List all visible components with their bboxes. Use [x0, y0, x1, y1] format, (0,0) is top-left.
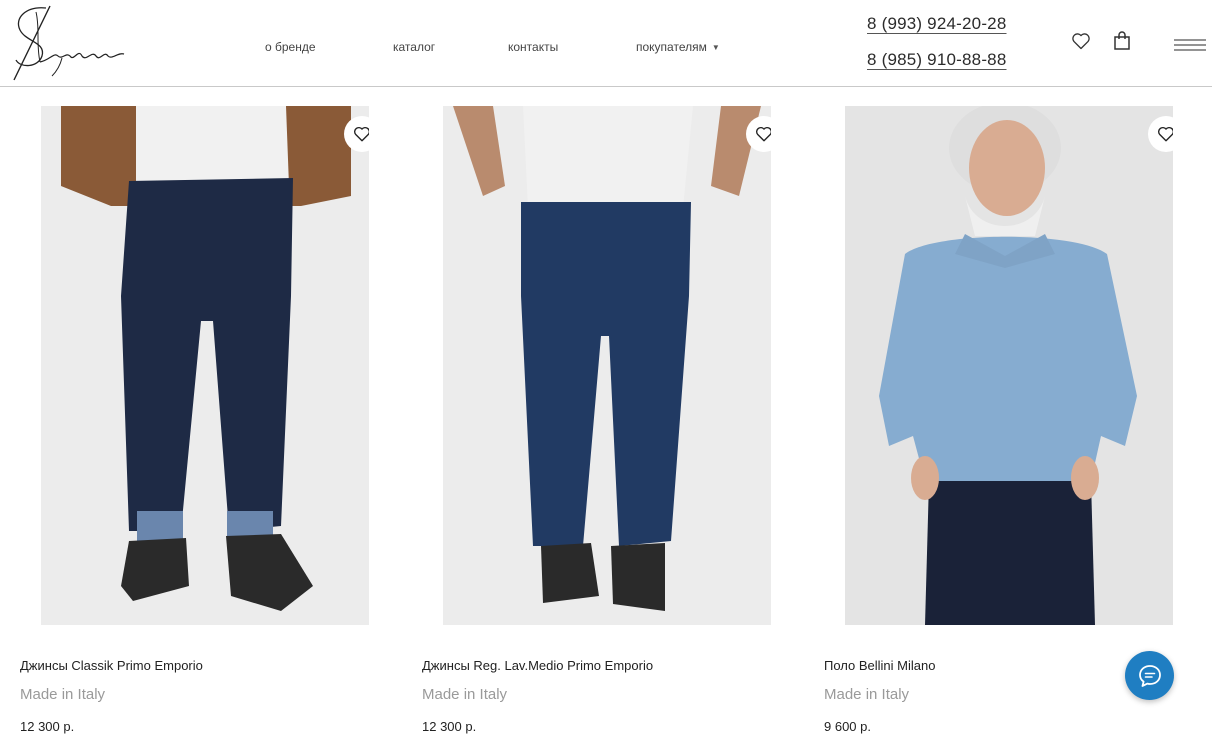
product-origin: Made in Italy [20, 686, 106, 703]
product-image[interactable] [443, 106, 771, 625]
nav-catalog[interactable]: каталог [393, 40, 435, 54]
product-origin: Made in Italy [824, 686, 910, 703]
nav-label: каталог [393, 40, 436, 54]
product-image[interactable] [845, 106, 1173, 625]
product-origin: Made in Italy [422, 686, 508, 703]
phone-link-1[interactable]: 8 (993) 924-20-28 [867, 14, 1007, 34]
product-name[interactable]: Джинсы Classik Primo Emporio [20, 658, 203, 673]
product-name[interactable]: Поло Bellini Milano [824, 658, 935, 673]
nav-label: контакты [508, 40, 559, 54]
menu-icon[interactable] [1174, 38, 1206, 52]
product-name[interactable]: Джинсы Reg. Lav.Medio Primo Emporio [422, 658, 653, 673]
chat-button[interactable] [1125, 651, 1174, 700]
nav-label: о бренде [265, 40, 316, 54]
product-card[interactable]: Поло Bellini Milano Made in Italy 9 600 … [804, 106, 1206, 736]
chevron-down-icon: ▼ [711, 43, 720, 52]
product-price: 12 300 р. [422, 719, 477, 734]
product-price: 12 300 р. [20, 719, 75, 734]
nav-customers-dropdown[interactable]: покупателям ▼ [636, 40, 720, 54]
product-card[interactable]: Джинсы Classik Primo Emporio Made in Ita… [0, 106, 402, 736]
heart-icon [756, 126, 771, 142]
nav-label: покупателям [636, 40, 707, 54]
heart-icon [354, 126, 369, 142]
shopping-bag-icon[interactable] [1112, 30, 1132, 51]
chat-bubble-icon [1138, 664, 1161, 687]
heart-icon[interactable] [1071, 31, 1091, 51]
brand-logo[interactable] [6, 2, 130, 82]
product-image[interactable] [41, 106, 369, 625]
phone-link-2[interactable]: 8 (985) 910-88-88 [867, 50, 1007, 70]
product-price: 9 600 р. [824, 719, 871, 734]
nav-about-brand[interactable]: о бренде [265, 40, 316, 54]
nav-contacts[interactable]: контакты [508, 40, 558, 54]
site-header: о бренде каталог контакты покупателям ▼ 8… [0, 0, 1212, 87]
product-card[interactable]: Джинсы Reg. Lav.Medio Primo Emporio Made… [402, 106, 804, 736]
heart-icon [1158, 126, 1173, 142]
